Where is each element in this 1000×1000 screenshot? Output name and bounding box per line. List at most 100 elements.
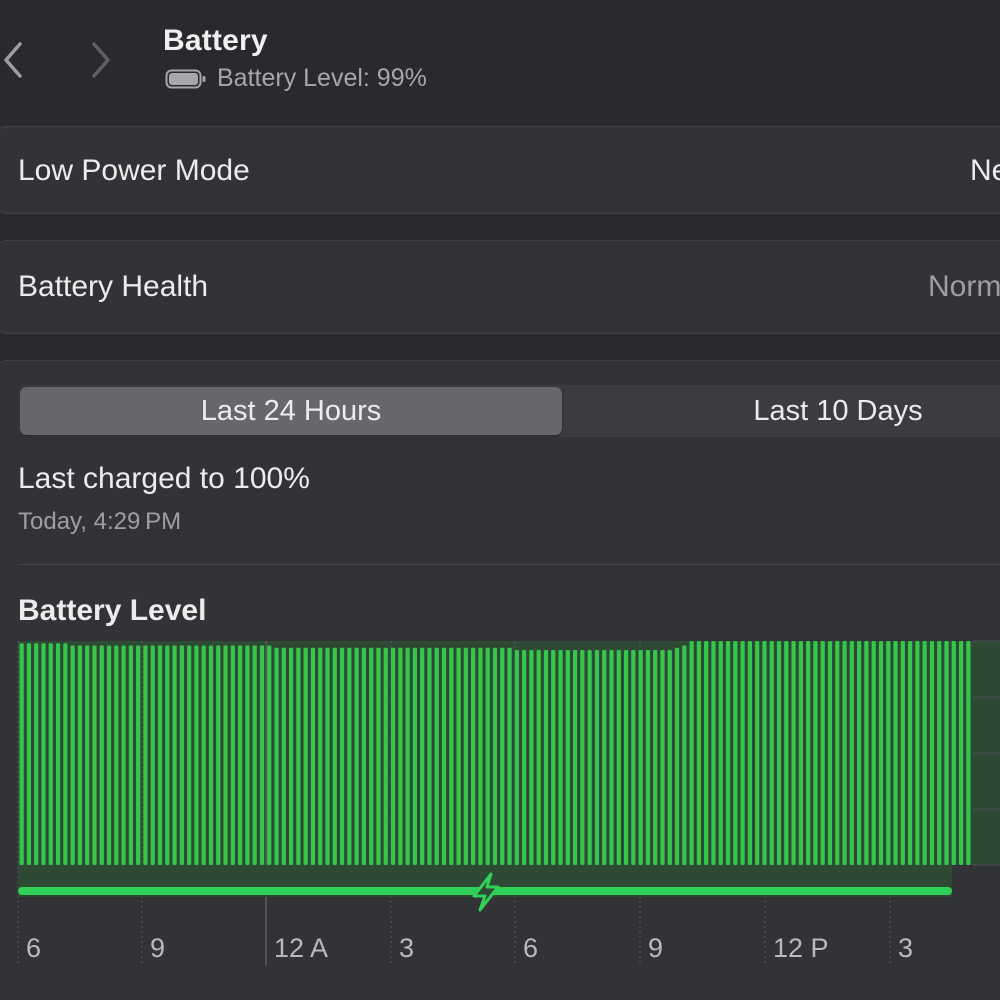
battery-level-text: Battery Level: 99% bbox=[217, 64, 427, 92]
x-tick-label: 9 bbox=[150, 933, 165, 963]
chart-title: Battery Level bbox=[18, 594, 207, 627]
battery-level-bar bbox=[907, 641, 913, 865]
battery-level-bar bbox=[223, 645, 228, 865]
battery-level-bar bbox=[507, 647, 512, 865]
battery-level-bar bbox=[543, 649, 549, 865]
battery-health-value: Norm bbox=[928, 270, 1000, 303]
battery-level-bar bbox=[915, 641, 920, 865]
time-range-segmented-control: Last 24 Hours Last 10 Days bbox=[18, 385, 1000, 437]
battery-level-bar bbox=[711, 641, 716, 865]
section-divider bbox=[18, 564, 1000, 565]
battery-level-bar bbox=[230, 645, 235, 865]
battery-level-bar bbox=[92, 645, 97, 865]
battery-level-bar bbox=[332, 647, 337, 865]
battery-level-bar bbox=[26, 643, 32, 865]
battery-health-label: Battery Health bbox=[18, 270, 209, 303]
battery-level-bar bbox=[34, 643, 39, 865]
battery-level-bar bbox=[944, 641, 949, 865]
battery-level-bar bbox=[565, 649, 570, 865]
battery-level-bar bbox=[529, 649, 534, 865]
chevron-right-icon bbox=[92, 42, 110, 78]
battery-level-bar bbox=[864, 641, 869, 865]
battery-level-bar bbox=[55, 643, 61, 865]
battery-level-bar bbox=[376, 647, 381, 865]
battery-level-bar bbox=[638, 649, 643, 865]
forward-button[interactable] bbox=[86, 40, 116, 80]
battery-level-bar bbox=[580, 649, 585, 865]
battery-level-bar bbox=[769, 641, 774, 865]
battery-level-summary: Battery Level: 99% bbox=[165, 64, 427, 93]
battery-level-bar bbox=[784, 641, 789, 865]
battery-level-bar bbox=[19, 643, 24, 865]
battery-level-bar bbox=[383, 647, 388, 865]
battery-level-bar bbox=[631, 649, 636, 865]
battery-level-bar bbox=[245, 645, 250, 865]
battery-icon bbox=[165, 68, 207, 90]
x-tick-label: 9 bbox=[648, 933, 663, 963]
tab-last-10-days[interactable]: Last 10 Days bbox=[564, 387, 1000, 435]
battery-level-bar bbox=[886, 641, 891, 865]
battery-level-bar bbox=[871, 641, 876, 865]
battery-level-bar bbox=[143, 645, 148, 865]
battery-level-bar bbox=[966, 641, 971, 865]
battery-level-bar bbox=[187, 645, 192, 865]
battery-level-bar bbox=[551, 649, 556, 865]
battery-level-bar bbox=[835, 641, 840, 865]
battery-level-bar bbox=[798, 641, 803, 865]
battery-level-bar bbox=[776, 641, 782, 865]
low-power-mode-row[interactable]: Low Power Mode Ne bbox=[0, 126, 1000, 214]
battery-settings-window: Battery Battery Level: 99% Low Power Mod… bbox=[0, 0, 1000, 1000]
battery-level-bar bbox=[347, 647, 352, 865]
battery-level-bar bbox=[820, 641, 825, 865]
battery-level-bar bbox=[303, 647, 308, 865]
battery-level-chart: 6 9 12 A 3 6 9 12 P 3 bbox=[17, 640, 1000, 965]
battery-level-bar bbox=[157, 645, 163, 865]
battery-level-bar bbox=[267, 645, 272, 865]
battery-level-bar bbox=[471, 647, 476, 865]
low-power-mode-popup[interactable]: Ne bbox=[970, 154, 1000, 188]
battery-level-bar bbox=[121, 645, 126, 865]
battery-level-bar bbox=[667, 649, 672, 865]
x-tick-label: 3 bbox=[399, 933, 414, 963]
battery-level-bar bbox=[587, 649, 592, 865]
back-button[interactable] bbox=[0, 40, 30, 80]
battery-level-bar bbox=[958, 641, 964, 865]
battery-level-bar bbox=[733, 641, 738, 865]
battery-level-bar bbox=[216, 645, 221, 865]
battery-level-bar bbox=[369, 647, 374, 865]
battery-level-bar bbox=[602, 649, 607, 865]
battery-level-bar bbox=[128, 645, 133, 865]
battery-level-bar bbox=[361, 647, 367, 865]
battery-level-bar bbox=[281, 647, 286, 865]
battery-level-bar bbox=[747, 641, 752, 865]
battery-level-bar bbox=[63, 643, 68, 865]
battery-level-bar bbox=[274, 647, 279, 865]
battery-level-bar bbox=[77, 645, 83, 865]
battery-level-bar bbox=[689, 641, 694, 865]
battery-level-bar bbox=[114, 645, 119, 865]
battery-level-bar bbox=[318, 647, 323, 865]
battery-level-bar bbox=[456, 647, 461, 865]
x-tick-label: 6 bbox=[523, 933, 538, 963]
battery-health-row[interactable]: Battery Health Norm bbox=[0, 240, 1000, 334]
battery-level-bar bbox=[653, 649, 658, 865]
tab-last-24-hours[interactable]: Last 24 Hours bbox=[20, 387, 562, 435]
battery-level-bar bbox=[762, 641, 767, 865]
battery-level-bar bbox=[791, 641, 796, 865]
x-tick-label: 12 A bbox=[274, 933, 328, 963]
battery-level-bar bbox=[558, 649, 563, 865]
page-title: Battery bbox=[163, 24, 268, 57]
battery-level-bar bbox=[48, 643, 53, 865]
battery-level-bar bbox=[420, 647, 425, 865]
battery-level-bar bbox=[390, 647, 396, 865]
battery-level-bar bbox=[609, 649, 614, 865]
battery-level-bar bbox=[441, 647, 447, 865]
battery-level-bar bbox=[296, 647, 301, 865]
battery-level-bar bbox=[325, 647, 330, 865]
battery-level-bar bbox=[674, 647, 680, 865]
battery-level-bar bbox=[427, 647, 432, 865]
battery-level-bar bbox=[922, 641, 927, 865]
battery-level-bar bbox=[857, 641, 862, 865]
battery-level-bar bbox=[660, 649, 665, 865]
battery-level-bar bbox=[878, 641, 884, 865]
